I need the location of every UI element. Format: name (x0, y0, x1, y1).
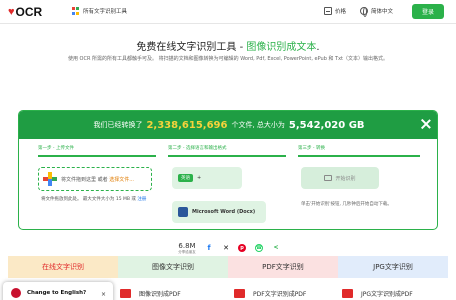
close-icon[interactable] (421, 119, 431, 129)
output-format-select[interactable]: Microsoft Word (Docx) (172, 201, 266, 223)
all-tools-label: 所有文字识别工具 (83, 9, 128, 15)
pinterest-icon[interactable]: p (238, 244, 246, 252)
tab-jpg-ocr[interactable]: JPG文字识别 (338, 256, 448, 278)
file-dropzone[interactable]: 将文件拖到这里 或者 选择文件... (38, 167, 152, 191)
language-selector[interactable]: 简体中文 (360, 7, 394, 17)
pdf-icon (234, 289, 245, 298)
step-1-label: 第一步 - 上传文件 (38, 146, 74, 151)
share-label: 分享给朋友 (178, 250, 196, 254)
list-item-label: 图像识别成PDF (139, 291, 181, 298)
add-file-icon (43, 172, 57, 186)
tab-image-ocr[interactable]: 图像文字识别 (118, 256, 228, 278)
list-item[interactable]: PDF文字识别成PDF (234, 289, 306, 298)
title-suffix: . (316, 42, 320, 53)
grid-icon (72, 7, 80, 15)
share-icon[interactable]: < (272, 244, 280, 252)
choose-file-link[interactable]: 选择文件... (109, 177, 134, 183)
start-recognition-label: 开始识别 (335, 175, 356, 182)
tool-tabs: 在线文字识别 图像文字识别 PDF文字识别 JPG文字识别 (8, 256, 448, 278)
popup-title[interactable]: Change to English? (27, 290, 86, 296)
heart-icon: ♥ (8, 6, 15, 18)
step-2-line (168, 155, 286, 157)
word-icon (178, 207, 188, 217)
logo-text: OCR (15, 5, 43, 19)
title-prefix: 免费在线文字识别工具 - (136, 42, 247, 53)
list-item[interactable]: 图像识别成PDF (120, 289, 181, 298)
top-navigation-bar: ♥ OCR 所有文字识别工具 价格 简体中文 登录 (0, 0, 456, 24)
share-stats: 6.8M 分享给朋友 (172, 242, 202, 255)
site-logo[interactable]: ♥ OCR (8, 5, 42, 19)
upload-hint: 将文件拖放到此处。 最大文件大小为 15 MB 或 注册 (41, 197, 147, 202)
add-language-button[interactable]: + (197, 175, 201, 181)
converter-card: 我们已经转换了 2,338,615,696 个文件, 总大小为 5,542,02… (18, 110, 438, 230)
pricing-link[interactable]: 价格 (324, 7, 346, 15)
title-highlight: 图像识别成文本 (246, 42, 317, 53)
pdf-icon (342, 289, 353, 298)
pricing-label: 价格 (335, 9, 347, 15)
language-suggestion-popup: Change to English? × (3, 282, 113, 300)
banner-middle: 个文件, 总大小为 (231, 121, 285, 129)
converted-count: 2,338,615,696 (146, 119, 228, 131)
start-recognition-button[interactable]: 开始识别 (301, 167, 379, 189)
list-item-label: PDF文字识别成PDF (253, 291, 307, 298)
step-3-label: 第三步 - 转换 (298, 146, 325, 151)
selected-language-tag[interactable]: 英语 (178, 174, 193, 182)
twitter-x-icon[interactable]: ✕ (222, 244, 230, 252)
convert-hint: 单击'开始识别'按钮, 几秒钟后开始自动下载。 (301, 202, 392, 207)
convert-icon (324, 175, 333, 181)
list-item[interactable]: JPG文字识别成PDF (342, 289, 413, 298)
pdf-icon (120, 289, 131, 298)
converted-size: 5,542,020 GB (288, 119, 365, 131)
register-link[interactable]: 注册 (137, 197, 146, 202)
language-label: 简体中文 (371, 9, 394, 15)
banner-prefix: 我们已经转换了 (93, 121, 143, 129)
page-subtitle: 使用 OCR 所需的所有工具都触手可及。 将扫描的文档和图像转换为可编辑的 Wo… (67, 56, 389, 62)
output-format-label: Microsoft Word (Docx) (192, 209, 256, 215)
step-1-line (38, 155, 156, 157)
step-2-label: 第二步 - 选择语言和输出格式 (168, 146, 227, 151)
tab-online-ocr[interactable]: 在线文字识别 (8, 256, 118, 278)
stats-banner: 我们已经转换了 2,338,615,696 个文件, 总大小为 5,542,02… (19, 111, 437, 139)
popup-close-button[interactable]: × (101, 291, 106, 298)
dropzone-text: 将文件拖到这里 或者 选择文件... (61, 176, 134, 183)
whatsapp-icon[interactable]: ☎ (255, 244, 263, 252)
login-button[interactable]: 登录 (412, 4, 444, 19)
share-count: 6.8M (178, 242, 196, 250)
language-select[interactable]: 英语 + (172, 167, 242, 189)
facebook-icon[interactable]: f (205, 244, 213, 252)
tab-pdf-ocr[interactable]: PDF文字识别 (228, 256, 338, 278)
all-tools-link[interactable]: 所有文字识别工具 (72, 7, 127, 15)
step-3-line (298, 155, 420, 157)
list-item-label: JPG文字识别成PDF (361, 291, 413, 298)
globe-icon (360, 7, 368, 17)
page-title: 免费在线文字识别工具 - 图像识别成文本. (0, 38, 456, 53)
uk-flag-icon (11, 288, 21, 298)
price-tag-icon (324, 7, 332, 15)
